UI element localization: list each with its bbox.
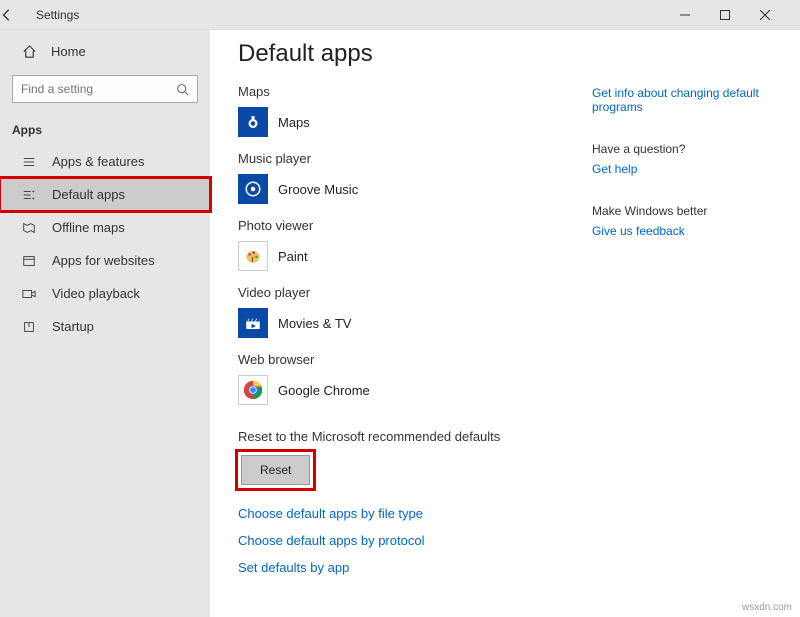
movies-app-icon [238, 308, 268, 338]
reset-highlight: Reset [238, 452, 313, 488]
app-name: Paint [278, 249, 308, 264]
back-arrow-icon [0, 8, 14, 22]
minimize-button[interactable] [680, 10, 720, 20]
app-picker-music[interactable]: Groove Music [238, 174, 572, 204]
window-title: Settings [32, 8, 680, 22]
search-input[interactable] [21, 82, 176, 96]
app-picker-browser[interactable]: Google Chrome [238, 375, 572, 405]
sidebar-item-offline-maps[interactable]: Offline maps [0, 211, 210, 244]
app-name: Groove Music [278, 182, 358, 197]
maximize-button[interactable] [720, 10, 760, 20]
link-list: Choose default apps by file type Choose … [238, 506, 572, 575]
sidebar: Home Apps Apps & features Default apps [0, 30, 210, 617]
sidebar-item-label: Video playback [52, 286, 140, 301]
aside-panel: Get info about changing default programs… [592, 40, 772, 607]
minimize-icon [680, 10, 690, 20]
sidebar-item-label: Startup [52, 319, 94, 334]
category-label-video: Video player [238, 285, 572, 300]
link-by-app[interactable]: Set defaults by app [238, 560, 572, 575]
link-file-type[interactable]: Choose default apps by file type [238, 506, 572, 521]
groove-app-icon [238, 174, 268, 204]
websites-icon [22, 254, 40, 268]
sidebar-item-label: Default apps [52, 187, 125, 202]
home-label: Home [51, 44, 86, 59]
chrome-app-icon [238, 375, 268, 405]
back-button[interactable] [0, 8, 32, 22]
sidebar-item-label: Offline maps [52, 220, 125, 235]
sidebar-item-video-playback[interactable]: Video playback [0, 277, 210, 310]
titlebar: Settings [0, 0, 800, 30]
close-button[interactable] [760, 10, 800, 20]
sidebar-item-label: Apps & features [52, 154, 145, 169]
home-nav[interactable]: Home [0, 36, 210, 69]
app-name: Maps [278, 115, 310, 130]
startup-icon [22, 320, 40, 334]
video-icon [22, 287, 40, 301]
category-label-browser: Web browser [238, 352, 572, 367]
defaults-icon [22, 188, 40, 202]
aside-feedback-link[interactable]: Give us feedback [592, 224, 772, 238]
aside-feedback-label: Make Windows better [592, 204, 772, 218]
app-picker-photo[interactable]: Paint [238, 241, 572, 271]
map-icon [22, 221, 40, 235]
sidebar-item-label: Apps for websites [52, 253, 155, 268]
category-label-maps: Maps [238, 84, 572, 99]
close-icon [760, 10, 770, 20]
paint-app-icon [238, 241, 268, 271]
category-label-photo: Photo viewer [238, 218, 572, 233]
app-name: Google Chrome [278, 383, 370, 398]
main-content: Default apps Maps Maps Music player Groo… [210, 30, 800, 617]
home-icon [22, 44, 37, 59]
app-picker-maps[interactable]: Maps [238, 107, 572, 137]
watermark: wsxdn.com [742, 602, 792, 613]
app-picker-video[interactable]: Movies & TV [238, 308, 572, 338]
page-title: Default apps [238, 40, 572, 68]
maximize-icon [720, 10, 730, 20]
maps-app-icon [238, 107, 268, 137]
category-label-music: Music player [238, 151, 572, 166]
aside-question-label: Have a question? [592, 142, 772, 156]
reset-button[interactable]: Reset [241, 455, 310, 485]
app-name: Movies & TV [278, 316, 351, 331]
search-icon [176, 83, 189, 96]
sidebar-item-apps-websites[interactable]: Apps for websites [0, 244, 210, 277]
list-icon [22, 155, 40, 169]
aside-help-link[interactable]: Get help [592, 162, 772, 176]
sidebar-item-startup[interactable]: Startup [0, 310, 210, 343]
aside-info-link[interactable]: Get info about changing default programs [592, 86, 772, 114]
sidebar-item-default-apps[interactable]: Default apps [0, 178, 210, 211]
search-box[interactable] [12, 75, 198, 103]
reset-section-title: Reset to the Microsoft recommended defau… [238, 429, 572, 444]
link-protocol[interactable]: Choose default apps by protocol [238, 533, 572, 548]
sidebar-section-label: Apps [0, 109, 210, 145]
sidebar-item-apps-features[interactable]: Apps & features [0, 145, 210, 178]
